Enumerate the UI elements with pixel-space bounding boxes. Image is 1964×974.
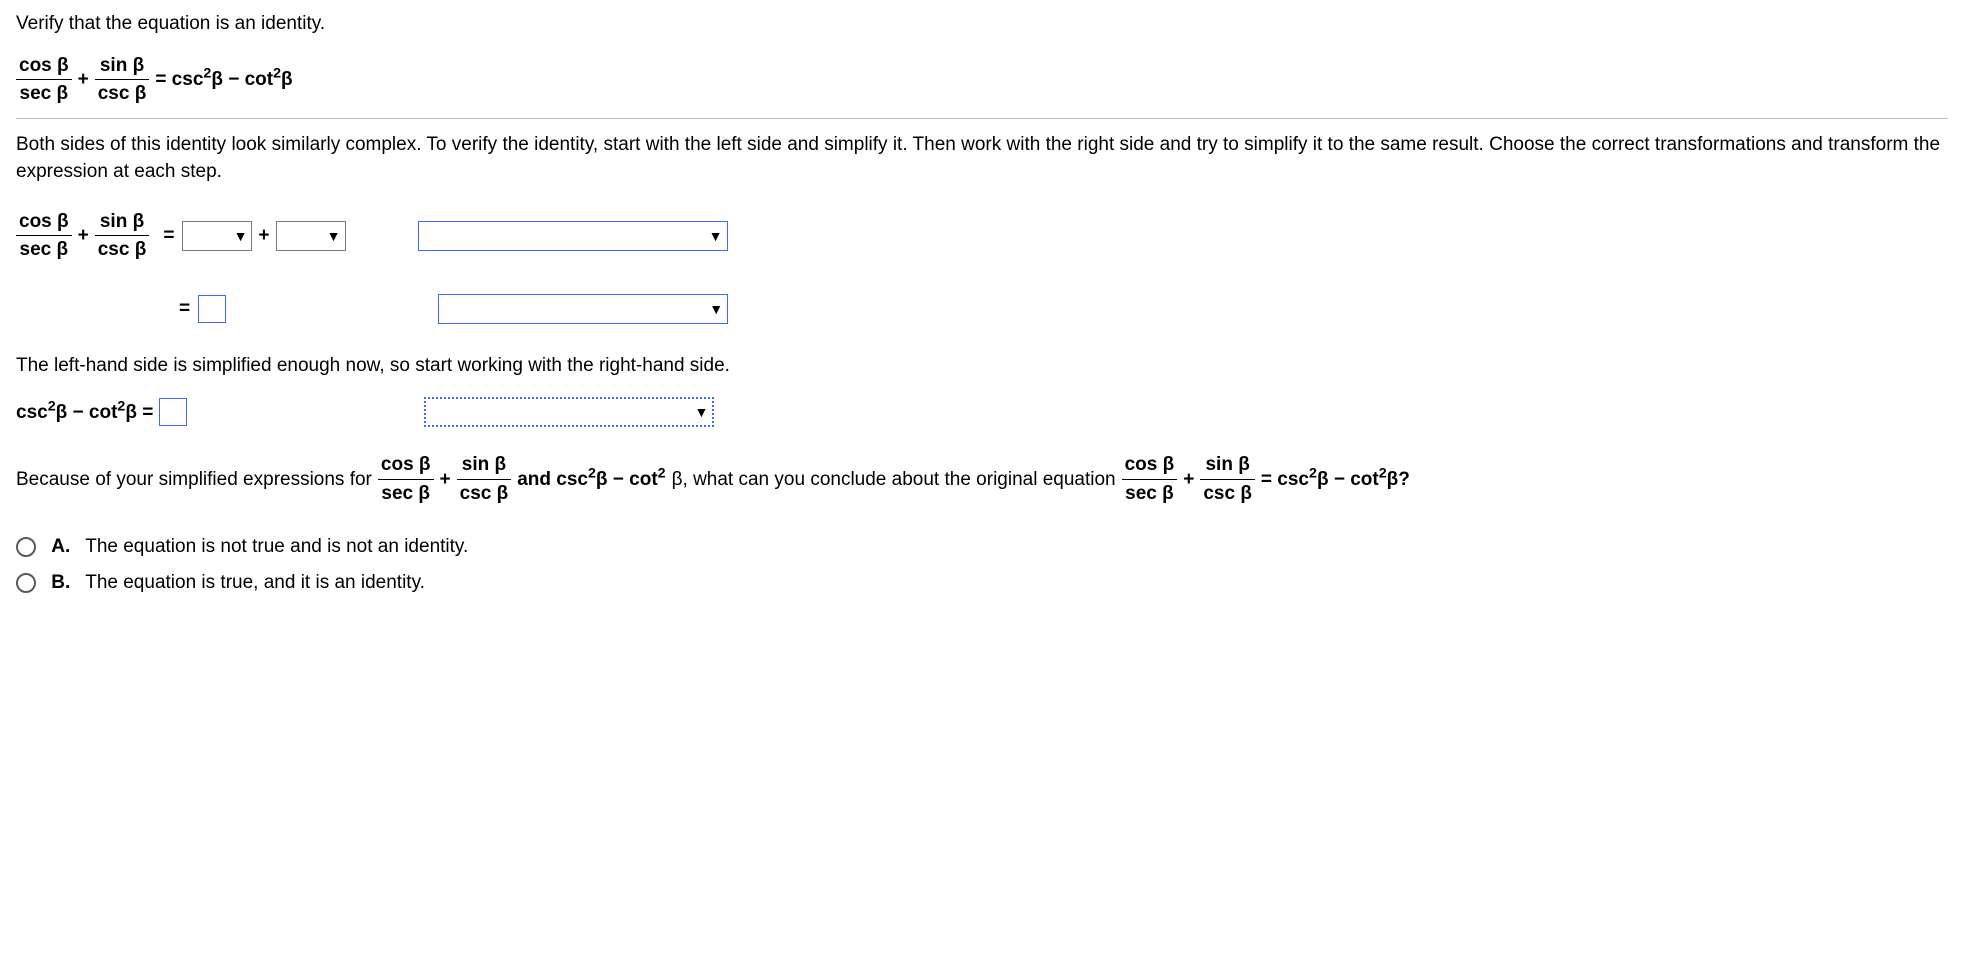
chevron-down-icon: ▼	[709, 299, 723, 319]
because-text-1: Because of your simplified expressions f…	[16, 466, 372, 494]
chevron-down-icon: ▼	[694, 402, 708, 422]
chevron-down-icon: ▼	[709, 226, 723, 246]
question-prompt: Verify that the equation is an identity.	[16, 10, 1948, 38]
step1-frac1: cos β sec β	[16, 208, 72, 264]
because-frac4: sin β csc β	[1200, 451, 1255, 507]
step1-reason-dropdown[interactable]: ▼	[418, 221, 728, 251]
option-a-letter: A.	[51, 536, 70, 557]
step1-plus2: +	[258, 222, 269, 250]
chevron-down-icon: ▼	[327, 226, 341, 246]
option-b-radio[interactable]	[16, 573, 36, 593]
frac-cos-sec: cos β sec β	[16, 52, 72, 108]
because-frac3: cos β sec β	[1122, 451, 1178, 507]
because-expr1: and csc2β − cot2	[517, 466, 665, 494]
frac-sin-csc: sin β csc β	[95, 52, 150, 108]
option-a-radio[interactable]	[16, 537, 36, 557]
explanation-text: Both sides of this identity look similar…	[16, 131, 1948, 186]
because-frac1: cos β sec β	[378, 451, 434, 507]
rhs-expression: csc2β − cot2β =	[16, 399, 153, 427]
because-plus2: +	[1183, 466, 1194, 494]
step1-dropdown-b[interactable]: ▼	[276, 221, 346, 251]
step2-reason-dropdown[interactable]: ▼	[438, 294, 728, 324]
identity-rhs: = csc2β − cot2β	[155, 66, 292, 94]
chevron-down-icon: ▼	[234, 226, 248, 246]
because-frac2: sin β csc β	[457, 451, 512, 507]
step1-dropdown-a[interactable]: ▼	[182, 221, 252, 251]
step1-plus: +	[78, 222, 89, 250]
step1-frac2: sin β csc β	[95, 208, 150, 264]
divider	[16, 118, 1948, 119]
option-b-text: The equation is true, and it is an ident…	[85, 572, 425, 593]
plus-sign: +	[78, 66, 89, 94]
because-expr2: = csc2β − cot2β?	[1261, 466, 1410, 494]
lhs-done-text: The left-hand side is simplified enough …	[16, 352, 1948, 380]
step2-input[interactable]	[198, 295, 226, 323]
because-plus1: +	[440, 466, 451, 494]
step2-equals: =	[179, 295, 190, 323]
option-b-letter: B.	[51, 572, 70, 593]
option-a-text: The equation is not true and is not an i…	[85, 536, 468, 557]
step1-equals: =	[163, 222, 174, 250]
rhs-reason-dropdown[interactable]: ▼	[424, 397, 714, 427]
because-text-2: β, what can you conclude about the origi…	[672, 466, 1116, 494]
rhs-input[interactable]	[159, 398, 187, 426]
